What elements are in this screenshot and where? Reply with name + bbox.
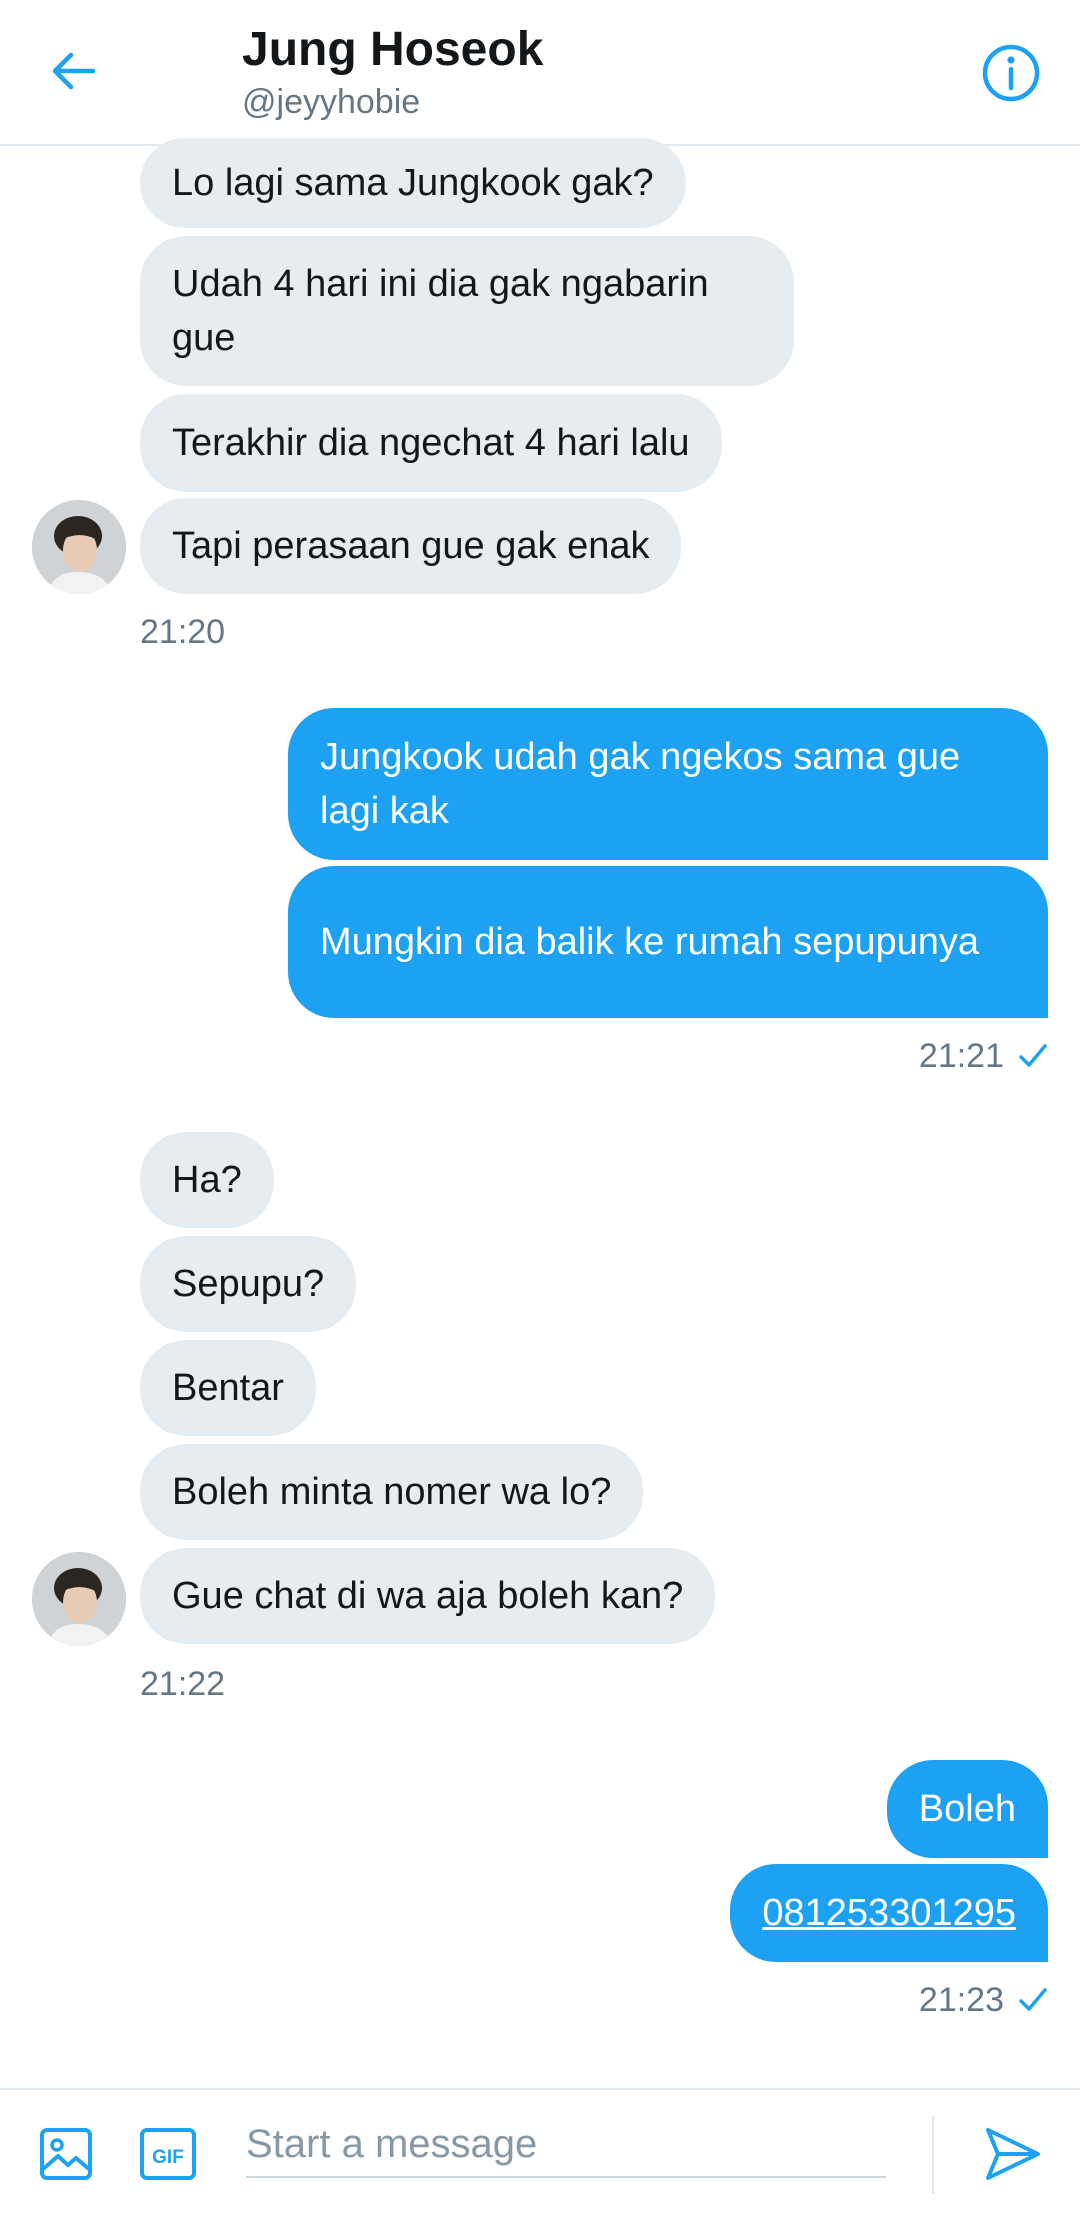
back-button[interactable]	[40, 38, 106, 104]
avatar-photo-icon	[32, 1552, 126, 1646]
message-bubble-incoming[interactable]: Udah 4 hari ini dia gak ngabarin gue	[140, 236, 794, 386]
message-timestamp: 21:23	[918, 1981, 1004, 2019]
message-timestamp: 21:21	[918, 1037, 1004, 1075]
message-bubble-incoming[interactable]: Terakhir dia ngechat 4 hari lalu	[140, 394, 722, 492]
gif-icon: GIF	[140, 2128, 196, 2180]
message-timestamp: 21:20	[140, 613, 226, 651]
svg-text:GIF: GIF	[152, 2147, 184, 2168]
message-timestamp-row: 21:23	[919, 1980, 1048, 2020]
composer-divider	[932, 2116, 934, 2194]
message-input[interactable]	[246, 2112, 886, 2178]
conversation-title-block[interactable]: Jung Hoseok @jeyyhobie	[242, 20, 543, 124]
message-bubble-incoming[interactable]: Gue chat di wa aja boleh kan?	[140, 1548, 716, 1644]
contact-name: Jung Hoseok	[242, 23, 544, 76]
send-button[interactable]	[976, 2124, 1048, 2184]
info-icon	[982, 44, 1040, 102]
phone-number-link[interactable]: 081253301295	[730, 1864, 1048, 1962]
image-icon	[40, 2128, 92, 2180]
message-bubble-incoming[interactable]: Lo lagi sama Jungkook gak?	[140, 138, 686, 228]
add-gif-button[interactable]: GIF	[138, 2124, 198, 2184]
message-bubble-incoming[interactable]: Boleh minta nomer wa lo?	[140, 1444, 644, 1540]
avatar[interactable]	[32, 500, 126, 594]
message-bubble-incoming[interactable]: Tapi perasaan gue gak enak	[140, 498, 682, 594]
message-timestamp-row: 21:21	[919, 1036, 1048, 1076]
avatar-photo-icon	[32, 500, 126, 594]
check-icon	[1019, 1044, 1047, 1067]
add-photo-button[interactable]	[36, 2124, 96, 2184]
info-button[interactable]	[976, 38, 1046, 108]
message-bubble-outgoing[interactable]: Boleh	[886, 1760, 1048, 1858]
message-bubble-outgoing[interactable]: Mungkin dia balik ke rumah sepupunya	[288, 866, 1048, 1018]
check-icon	[1019, 1988, 1047, 2011]
message-bubble-incoming[interactable]: Ha?	[140, 1132, 274, 1228]
conversation-header: Jung Hoseok @jeyyhobie	[0, 0, 1080, 146]
arrow-left-icon	[52, 52, 96, 90]
message-bubble-incoming[interactable]: Bentar	[140, 1340, 316, 1436]
message-bubble-outgoing[interactable]: Jungkook udah gak ngekos sama gue lagi k…	[288, 708, 1048, 860]
avatar[interactable]	[32, 1552, 126, 1646]
send-icon	[986, 2128, 1040, 2180]
message-timestamp: 21:22	[140, 1665, 226, 1703]
message-composer: GIF	[0, 2088, 1080, 2217]
contact-handle: @jeyyhobie	[242, 83, 421, 121]
message-bubble-incoming[interactable]: Sepupu?	[140, 1236, 357, 1332]
